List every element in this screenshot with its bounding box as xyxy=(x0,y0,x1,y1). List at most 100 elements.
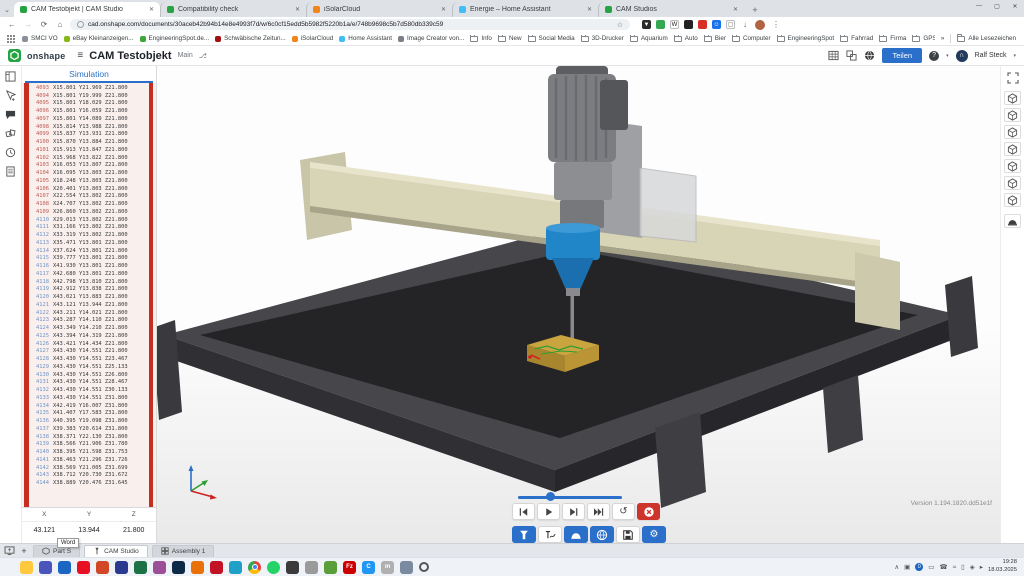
tab-close-icon[interactable]: ✕ xyxy=(149,6,154,13)
apps-panel-icon[interactable] xyxy=(846,50,857,61)
bookmark-item[interactable]: EngineeringSpot.de... xyxy=(140,35,210,42)
tray-icon[interactable]: ◈ xyxy=(970,563,975,571)
home-button[interactable]: ⌂ xyxy=(54,20,66,29)
bookmark-item[interactable]: Aquarium xyxy=(630,35,668,42)
user-name[interactable]: Ralf Steck xyxy=(975,52,1007,59)
tray-icon[interactable]: ☎ xyxy=(939,563,947,571)
tray-notification-badge[interactable]: 0 xyxy=(915,563,923,571)
tab-cam-studio[interactable]: CAM Studio xyxy=(84,545,148,557)
taskbar-icon-app-gray[interactable] xyxy=(305,561,318,574)
help-caret-icon[interactable]: ▾ xyxy=(946,53,949,59)
taskbar-icon-app-dark[interactable] xyxy=(286,561,299,574)
extension-v[interactable]: ▼ xyxy=(642,20,651,29)
bookmark-item[interactable]: New xyxy=(498,35,522,42)
extension-outline[interactable]: ▢ xyxy=(726,20,735,29)
browser-tab[interactable]: CAM Studios✕ xyxy=(598,2,744,17)
new-tab-button[interactable]: + xyxy=(748,3,762,17)
slider-track[interactable] xyxy=(518,496,622,499)
taskbar-icon-app-m[interactable]: m xyxy=(381,561,394,574)
screen-share-icon[interactable] xyxy=(4,546,15,555)
add-tab-button[interactable]: + xyxy=(19,546,29,556)
bookmark-star-icon[interactable]: ☆ xyxy=(617,21,623,29)
browser-tab[interactable]: CAM Testobjekt | CAM Studio✕ xyxy=(14,2,160,17)
bookmark-item[interactable]: GPS Navi xyxy=(912,35,935,42)
browser-tab[interactable]: Compatibility check✕ xyxy=(160,2,306,17)
taskbar-icon-app-c[interactable]: C xyxy=(362,561,375,574)
tab-close-icon[interactable]: ✕ xyxy=(441,6,446,13)
taskbar-icon-chrome[interactable] xyxy=(248,561,261,574)
skip-to-start-button[interactable] xyxy=(512,503,535,520)
bookmark-item[interactable]: Computer xyxy=(732,35,771,42)
show-stock-toggle[interactable] xyxy=(564,526,588,543)
follow-mode-icon[interactable] xyxy=(5,90,16,101)
tab-assembly[interactable]: Assembly 1 xyxy=(152,545,215,557)
step-forward-button[interactable] xyxy=(562,503,585,520)
taskbar-icon-file-explorer[interactable] xyxy=(20,561,33,574)
tab-search-icon[interactable]: ⌄ xyxy=(0,3,14,17)
document-menu-icon[interactable]: ≡ xyxy=(77,50,83,61)
taskbar-icon-teams[interactable] xyxy=(39,561,52,574)
extension-red[interactable] xyxy=(698,20,707,29)
taskbar-icon-filezilla[interactable]: Fz xyxy=(343,561,356,574)
bookmark-item[interactable]: iSolarCloud xyxy=(292,35,334,42)
bookmark-item[interactable]: SMCI VO xyxy=(22,35,58,42)
cnc-machine-rendering[interactable] xyxy=(157,66,1000,543)
browser-tab[interactable]: iSolarCloud✕ xyxy=(306,2,452,17)
taskbar-icon-whatsapp[interactable] xyxy=(267,561,280,574)
tray-icon[interactable]: ▣ xyxy=(904,563,910,571)
show-tool-toggle[interactable] xyxy=(512,526,536,543)
apps-grid-icon[interactable] xyxy=(6,34,16,44)
view-cube-icon[interactable] xyxy=(1004,108,1021,122)
bookmark-item[interactable]: Info xyxy=(470,35,492,42)
globe-icon[interactable] xyxy=(864,50,875,61)
bookmark-item[interactable]: Home Assistant xyxy=(339,35,392,42)
view-cube-icon[interactable] xyxy=(1004,142,1021,156)
taskbar-icon-app-compass[interactable] xyxy=(419,562,429,572)
branch-icon[interactable]: ⎇ xyxy=(199,52,207,60)
window-minimize-button[interactable]: — xyxy=(970,0,988,12)
bookmark-item[interactable]: Schwäbische Zeitun... xyxy=(215,35,286,42)
share-button[interactable]: Teilen xyxy=(882,48,922,63)
reload-button[interactable]: ⟳ xyxy=(38,20,50,29)
browser-tab[interactable]: Energie – Home Assistant✕ xyxy=(452,2,598,17)
view-cube-icon[interactable] xyxy=(1004,91,1021,105)
reset-button[interactable]: ↺ xyxy=(612,503,635,520)
play-button[interactable] xyxy=(537,503,560,520)
window-close-button[interactable]: ✕ xyxy=(1006,0,1024,12)
taskbar-icon-affinity[interactable] xyxy=(229,561,242,574)
gcode-list[interactable]: 4093X15.801 Y21.969 Z21.8004094X15.801 Y… xyxy=(22,83,156,507)
extension-blue[interactable]: ☺ xyxy=(712,20,721,29)
history-icon[interactable] xyxy=(5,147,16,158)
bookmark-item[interactable]: EngineeringSpot xyxy=(777,35,835,42)
taskbar-icon-app-red-flower[interactable] xyxy=(77,561,90,574)
bookmarks-overflow-icon[interactable]: » xyxy=(941,35,945,42)
user-menu-caret-icon[interactable]: ▾ xyxy=(1013,53,1016,59)
bookmark-item[interactable]: Image Creator von... xyxy=(398,35,464,42)
tray-icon[interactable]: ▭ xyxy=(928,563,934,571)
extension-dark[interactable] xyxy=(684,20,693,29)
browser-profile-avatar[interactable] xyxy=(755,20,765,30)
workspace-name[interactable]: Main xyxy=(178,52,193,59)
site-info-icon[interactable] xyxy=(77,21,84,28)
fullscreen-icon[interactable] xyxy=(1007,72,1019,84)
bookmark-item[interactable]: Fahrrad xyxy=(840,35,873,42)
view-cube-icon[interactable] xyxy=(1004,193,1021,207)
all-bookmarks-button[interactable]: Alle Lesezeichen xyxy=(957,35,1016,42)
gcode-scrollbar[interactable] xyxy=(149,83,154,507)
document-title[interactable]: CAM Testobjekt xyxy=(89,50,171,62)
simulation-settings-button[interactable]: ⚙ xyxy=(642,526,666,543)
tray-icon[interactable]: ∧ xyxy=(894,563,899,571)
window-maximize-button[interactable]: ▢ xyxy=(988,0,1006,12)
show-toolpath-toggle[interactable] xyxy=(538,526,562,543)
comments-icon[interactable] xyxy=(5,109,16,120)
taskbar-icon-photoshop[interactable] xyxy=(172,561,185,574)
3d-viewport[interactable]: Version 1.194.1820.dd51e1f ↺ xyxy=(157,66,1000,543)
skip-to-end-button[interactable] xyxy=(587,503,610,520)
view-cube-icon[interactable] xyxy=(1004,125,1021,139)
taskbar-icon-powerpoint[interactable] xyxy=(96,561,109,574)
simulation-progress-slider[interactable] xyxy=(518,492,622,502)
taskbar-icon-start[interactable] xyxy=(3,562,14,573)
bookmark-item[interactable]: Bier xyxy=(704,35,726,42)
taskbar-icon-app-green[interactable] xyxy=(324,561,337,574)
show-model-toggle[interactable] xyxy=(590,526,614,543)
